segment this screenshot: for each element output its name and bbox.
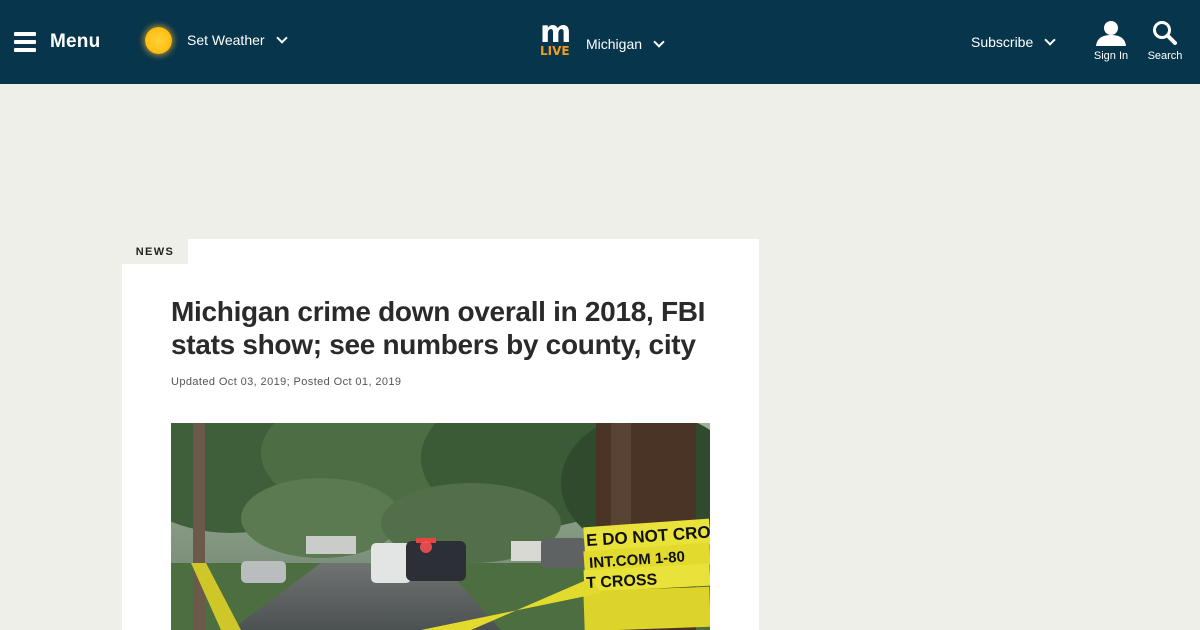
search-button[interactable]: Search — [1143, 20, 1187, 66]
region-label: Michigan — [586, 36, 643, 52]
crime-scene-image: E DO NOT CROSS INT.COM 1-80 T CROSS — [171, 423, 710, 630]
menu-label: Menu — [50, 31, 101, 52]
menu-button[interactable]: Menu — [14, 28, 100, 56]
logo-letter: m — [540, 15, 571, 50]
set-weather-button[interactable]: Set Weather — [145, 26, 288, 54]
mlive-logo[interactable]: m LIVE — [540, 15, 576, 58]
weather-label: Set Weather — [187, 32, 265, 48]
subscribe-button[interactable]: Subscribe — [971, 28, 1056, 56]
article-card: NEWS Michigan crime down overall in 2018… — [122, 239, 759, 630]
sun-icon — [145, 26, 172, 54]
article-dateline: Updated Oct 03, 2019; Posted Oct 01, 201… — [171, 376, 402, 388]
hamburger-icon — [14, 32, 36, 52]
site-header: Menu Set Weather m LIVE Michigan Subscri… — [0, 0, 1200, 84]
search-icon — [1153, 21, 1177, 45]
ad-slot — [0, 84, 1200, 238]
region-selector[interactable]: Michigan — [586, 30, 665, 58]
chevron-down-icon — [275, 31, 288, 44]
sign-in-button[interactable]: Sign In — [1089, 20, 1133, 66]
article-photo[interactable]: E DO NOT CROSS INT.COM 1-80 T CROSS — [171, 423, 710, 630]
article-headline: Michigan crime down overall in 2018, FBI… — [171, 296, 706, 360]
search-label: Search — [1147, 50, 1183, 62]
logo-sub: LIVE — [540, 44, 570, 58]
chevron-down-icon — [653, 35, 665, 48]
section-tag[interactable]: NEWS — [122, 239, 188, 264]
user-icon — [1096, 21, 1126, 46]
chevron-down-icon — [1044, 33, 1056, 46]
sign-in-label: Sign In — [1093, 50, 1129, 62]
subscribe-label: Subscribe — [971, 34, 1034, 50]
